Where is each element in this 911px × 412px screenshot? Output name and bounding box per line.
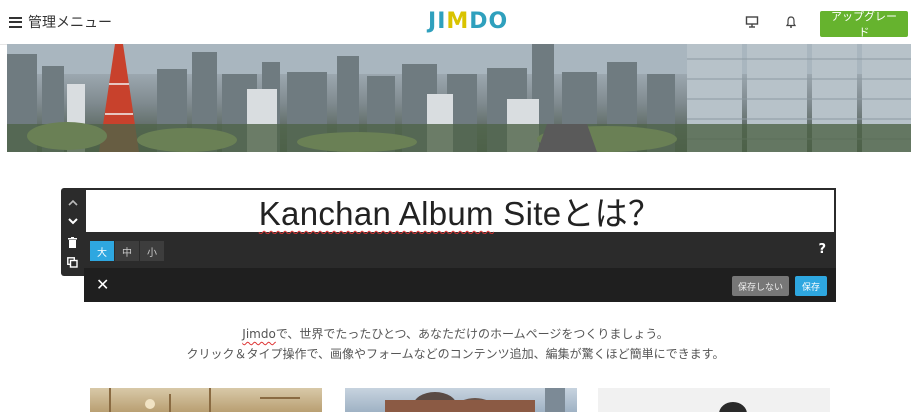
- help-button[interactable]: ?: [818, 242, 826, 257]
- page-title[interactable]: Kanchan Album Siteとは？: [259, 187, 662, 235]
- desktop-icon[interactable]: [743, 13, 761, 31]
- action-bar: ✕ 保存しない 保存: [84, 268, 836, 302]
- title-editor[interactable]: Kanchan Album Siteとは？: [84, 188, 836, 234]
- discard-button[interactable]: 保存しない: [732, 276, 789, 296]
- thumbnail-person[interactable]: [598, 388, 830, 412]
- close-icon[interactable]: ✕: [96, 275, 109, 294]
- chevron-up-icon[interactable]: [61, 194, 84, 210]
- size-small-button[interactable]: 小: [140, 241, 164, 261]
- hero-image: [7, 44, 911, 152]
- upgrade-button[interactable]: アップグレード: [820, 11, 908, 39]
- admin-menu-label: 管理メニュー: [28, 15, 112, 31]
- chevron-down-icon[interactable]: [61, 213, 84, 229]
- copy-icon[interactable]: [61, 254, 84, 270]
- size-large-button[interactable]: 大: [90, 241, 114, 261]
- description-line-2: クリック＆タイプ操作で、画像やフォームなどのコンテンツ追加、編集が驚くほど簡単に…: [186, 347, 725, 361]
- block-tools: [61, 188, 84, 276]
- size-medium-button[interactable]: 中: [115, 241, 139, 261]
- save-button[interactable]: 保存: [795, 276, 827, 296]
- jimdo-logo[interactable]: JIMDO: [428, 9, 508, 34]
- admin-menu-button[interactable]: 管理メニュー: [9, 12, 112, 32]
- top-bar: 管理メニュー JIMDO アップグレード: [0, 0, 911, 45]
- heading-size-group: 大 中 小: [90, 241, 165, 261]
- format-bar: 大 中 小 ?: [84, 234, 836, 268]
- bell-icon[interactable]: [782, 13, 800, 31]
- hamburger-icon: [9, 16, 22, 28]
- description-line-1: Jimdoで、世界でたったひとつ、あなただけのホームページをつくりましょう。: [242, 327, 669, 341]
- thumbnail-station[interactable]: [345, 388, 577, 412]
- trash-icon[interactable]: [61, 234, 84, 250]
- thumbnail-cafe[interactable]: [90, 388, 322, 412]
